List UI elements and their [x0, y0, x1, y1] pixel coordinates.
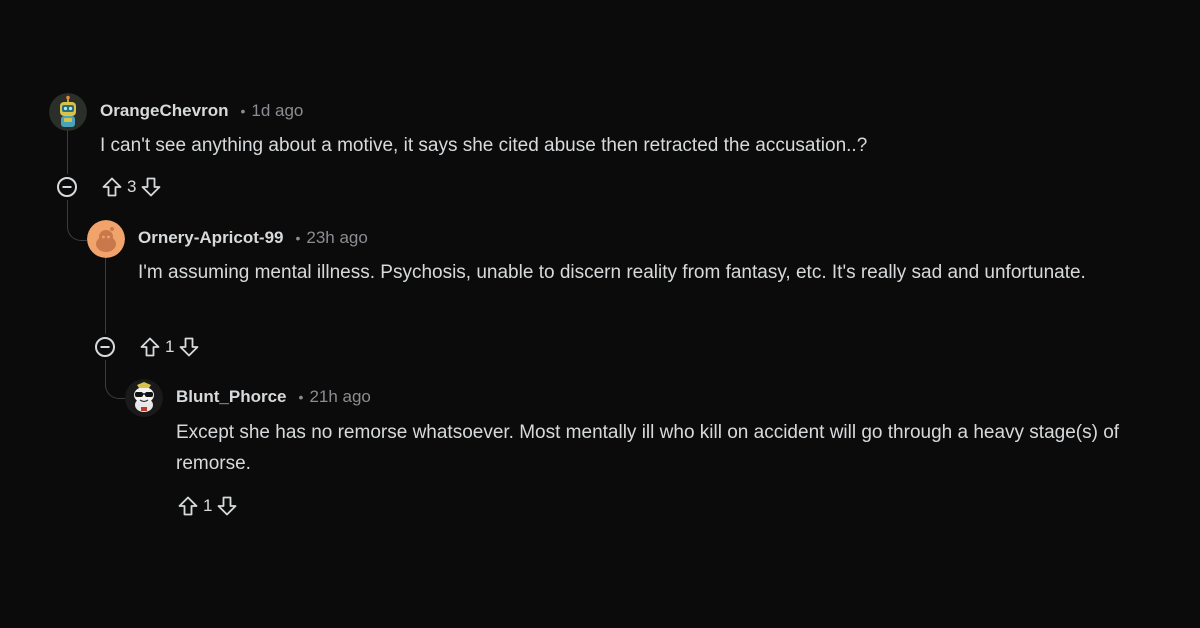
downvote-arrow-icon [218, 496, 237, 516]
meta-separator: • [295, 230, 301, 246]
vote-controls: 1 [137, 334, 202, 360]
username-link[interactable]: Ornery-Apricot-99 [138, 228, 283, 248]
timestamp[interactable]: 1d ago [251, 101, 303, 121]
comment-body: I'm assuming mental illness. Psychosis, … [138, 262, 1086, 283]
downvote-button[interactable] [176, 334, 202, 360]
vote-controls: 3 [99, 174, 164, 200]
avatar[interactable] [125, 379, 163, 417]
username-link[interactable]: Blunt_Phorce [176, 387, 287, 407]
upvote-arrow-icon [178, 496, 198, 516]
timestamp[interactable]: 23h ago [306, 228, 367, 248]
upvote-button[interactable] [175, 493, 201, 519]
upvote-button[interactable] [99, 174, 125, 200]
thread-line-level2 [105, 258, 106, 334]
comment-body: I can't see anything about a motive, it … [100, 135, 868, 156]
vote-count: 1 [203, 496, 213, 515]
upvote-button[interactable] [137, 334, 163, 360]
downvote-arrow-icon [142, 177, 161, 197]
vote-count: 3 [127, 177, 137, 196]
sunglasses-snoo-avatar-icon [125, 379, 163, 417]
collapse-minus-circle-icon [57, 177, 77, 197]
upvote-arrow-icon [102, 177, 122, 197]
vote-controls: 1 [175, 493, 240, 519]
downvote-button[interactable] [214, 493, 240, 519]
downvote-arrow-icon [180, 337, 199, 357]
snoo-robot-avatar-icon [49, 93, 87, 131]
comment-meta: OrangeChevron • 1d ago [100, 101, 303, 121]
thread-line-level1 [67, 130, 68, 176]
avatar[interactable] [87, 220, 125, 258]
comment-meta: Ornery-Apricot-99 • 23h ago [138, 228, 368, 248]
username-link[interactable]: OrangeChevron [100, 101, 228, 121]
avatar[interactable] [49, 93, 87, 131]
comment-body: Except she has no remorse whatsoever. Mo… [176, 422, 1120, 474]
collapse-minus-circle-icon [95, 337, 115, 357]
collapse-button[interactable] [54, 174, 80, 200]
meta-separator: • [240, 103, 246, 119]
thread-elbow-level2 [67, 200, 87, 241]
vote-count: 1 [165, 337, 175, 356]
collapse-button[interactable] [92, 334, 118, 360]
default-orange-snoo-avatar-icon [87, 220, 125, 258]
comment-meta: Blunt_Phorce • 21h ago [176, 387, 371, 407]
downvote-button[interactable] [138, 174, 164, 200]
timestamp[interactable]: 21h ago [309, 387, 370, 407]
meta-separator: • [298, 389, 304, 405]
upvote-arrow-icon [140, 337, 160, 357]
thread-elbow-level3 [105, 358, 126, 399]
